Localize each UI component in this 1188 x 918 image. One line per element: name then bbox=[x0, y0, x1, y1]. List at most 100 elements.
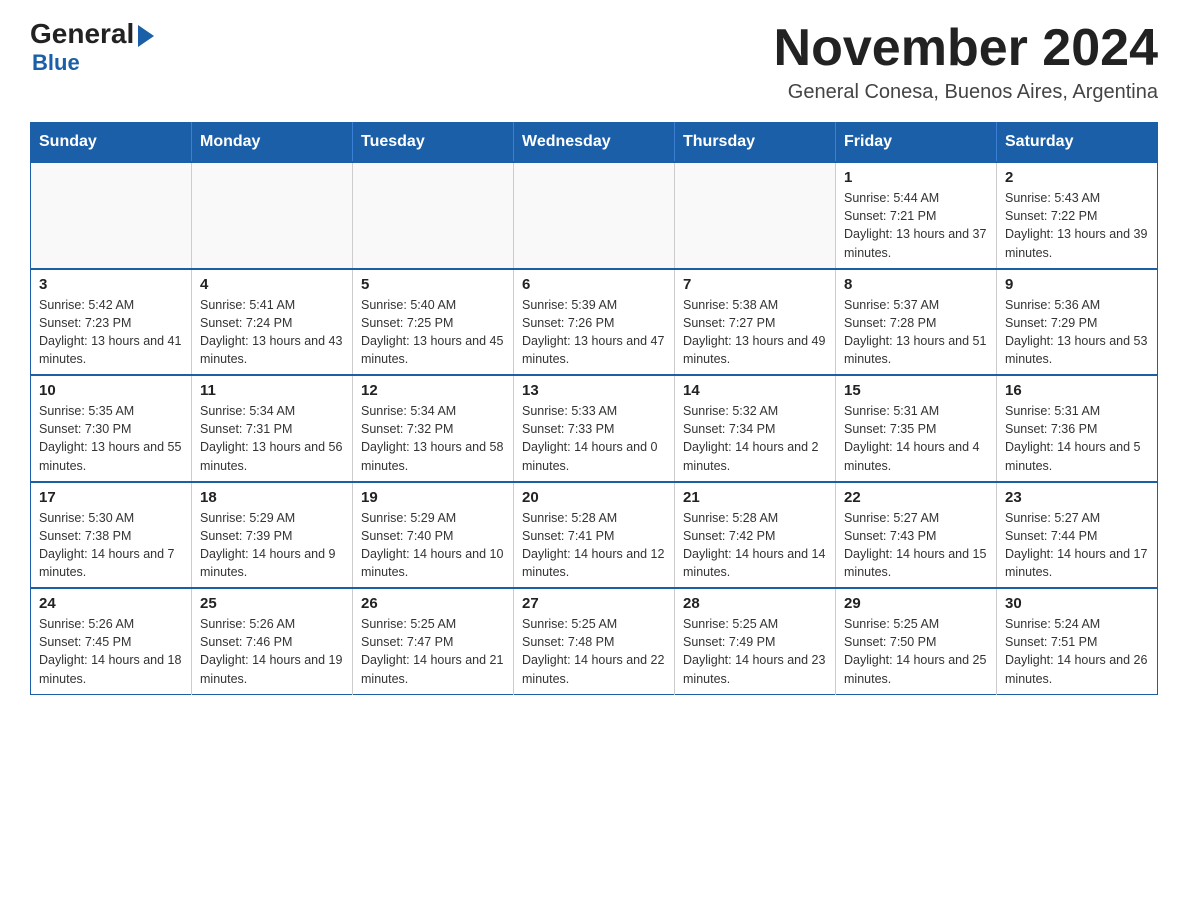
day-number: 12 bbox=[361, 382, 505, 399]
day-info: Sunrise: 5:44 AMSunset: 7:21 PMDaylight:… bbox=[844, 189, 988, 262]
day-number: 2 bbox=[1005, 169, 1149, 186]
day-number: 24 bbox=[39, 595, 183, 612]
day-number: 25 bbox=[200, 595, 344, 612]
calendar-cell: 27 Sunrise: 5:25 AMSunset: 7:48 PMDayligh… bbox=[514, 588, 675, 694]
day-info: Sunrise: 5:27 AMSunset: 7:44 PMDaylight:… bbox=[1005, 509, 1149, 582]
day-info: Sunrise: 5:29 AMSunset: 7:39 PMDaylight:… bbox=[200, 509, 344, 582]
weekday-header-sunday: Sunday bbox=[31, 123, 192, 163]
calendar-table: SundayMondayTuesdayWednesdayThursdayFrid… bbox=[30, 122, 1158, 695]
calendar-cell: 24 Sunrise: 5:26 AMSunset: 7:45 PMDayligh… bbox=[31, 588, 192, 694]
calendar-cell: 26Sunrise: 5:25 AMSunset: 7:47 PMDayligh… bbox=[353, 588, 514, 694]
calendar-cell: 28 Sunrise: 5:25 AMSunset: 7:49 PMDayligh… bbox=[675, 588, 836, 694]
day-number: 20 bbox=[522, 489, 666, 506]
day-number: 10 bbox=[39, 382, 183, 399]
day-number: 23 bbox=[1005, 489, 1149, 506]
weekday-header-monday: Monday bbox=[192, 123, 353, 163]
calendar-cell: 11 Sunrise: 5:34 AMSunset: 7:31 PMDayligh… bbox=[192, 375, 353, 482]
day-info: Sunrise: 5:25 AMSunset: 7:47 PMDaylight:… bbox=[361, 615, 505, 688]
calendar-cell: 4 Sunrise: 5:41 AMSunset: 7:24 PMDaylight… bbox=[192, 269, 353, 376]
day-info: Sunrise: 5:25 AMSunset: 7:49 PMDaylight:… bbox=[683, 615, 827, 688]
day-info: Sunrise: 5:26 AMSunset: 7:45 PMDaylight:… bbox=[39, 615, 183, 688]
day-number: 22 bbox=[844, 489, 988, 506]
calendar-week-row: 1 Sunrise: 5:44 AMSunset: 7:21 PMDaylight… bbox=[31, 162, 1158, 269]
calendar-cell bbox=[192, 162, 353, 269]
day-number: 15 bbox=[844, 382, 988, 399]
day-info: Sunrise: 5:27 AMSunset: 7:43 PMDaylight:… bbox=[844, 509, 988, 582]
day-info: Sunrise: 5:33 AMSunset: 7:33 PMDaylight:… bbox=[522, 402, 666, 475]
day-number: 11 bbox=[200, 382, 344, 399]
day-info: Sunrise: 5:28 AMSunset: 7:41 PMDaylight:… bbox=[522, 509, 666, 582]
day-info: Sunrise: 5:41 AMSunset: 7:24 PMDaylight:… bbox=[200, 296, 344, 369]
day-info: Sunrise: 5:36 AMSunset: 7:29 PMDaylight:… bbox=[1005, 296, 1149, 369]
day-number: 1 bbox=[844, 169, 988, 186]
weekday-header-wednesday: Wednesday bbox=[514, 123, 675, 163]
calendar-cell: 16Sunrise: 5:31 AMSunset: 7:36 PMDayligh… bbox=[997, 375, 1158, 482]
day-info: Sunrise: 5:25 AMSunset: 7:50 PMDaylight:… bbox=[844, 615, 988, 688]
day-info: Sunrise: 5:43 AMSunset: 7:22 PMDaylight:… bbox=[1005, 189, 1149, 262]
day-info: Sunrise: 5:31 AMSunset: 7:36 PMDaylight:… bbox=[1005, 402, 1149, 475]
calendar-cell bbox=[353, 162, 514, 269]
day-number: 9 bbox=[1005, 276, 1149, 293]
day-info: Sunrise: 5:25 AMSunset: 7:48 PMDaylight:… bbox=[522, 615, 666, 688]
calendar-cell: 18 Sunrise: 5:29 AMSunset: 7:39 PMDayligh… bbox=[192, 482, 353, 589]
day-number: 19 bbox=[361, 489, 505, 506]
calendar-cell: 7Sunrise: 5:38 AMSunset: 7:27 PMDaylight… bbox=[675, 269, 836, 376]
day-number: 5 bbox=[361, 276, 505, 293]
day-info: Sunrise: 5:34 AMSunset: 7:31 PMDaylight:… bbox=[200, 402, 344, 475]
day-info: Sunrise: 5:30 AMSunset: 7:38 PMDaylight:… bbox=[39, 509, 183, 582]
calendar-week-row: 10Sunrise: 5:35 AMSunset: 7:30 PMDayligh… bbox=[31, 375, 1158, 482]
calendar-cell: 25Sunrise: 5:26 AMSunset: 7:46 PMDayligh… bbox=[192, 588, 353, 694]
weekday-header-saturday: Saturday bbox=[997, 123, 1158, 163]
day-info: Sunrise: 5:31 AMSunset: 7:35 PMDaylight:… bbox=[844, 402, 988, 475]
day-number: 21 bbox=[683, 489, 827, 506]
title-block: November 2024 General Conesa, Buenos Air… bbox=[774, 20, 1158, 104]
logo-general: General bbox=[30, 20, 154, 48]
logo-arrow-icon bbox=[138, 25, 154, 47]
calendar-cell: 5 Sunrise: 5:40 AMSunset: 7:25 PMDaylight… bbox=[353, 269, 514, 376]
calendar-header: SundayMondayTuesdayWednesdayThursdayFrid… bbox=[31, 123, 1158, 163]
day-info: Sunrise: 5:40 AMSunset: 7:25 PMDaylight:… bbox=[361, 296, 505, 369]
page-title: November 2024 bbox=[774, 20, 1158, 77]
calendar-cell: 21 Sunrise: 5:28 AMSunset: 7:42 PMDayligh… bbox=[675, 482, 836, 589]
calendar-cell: 2 Sunrise: 5:43 AMSunset: 7:22 PMDaylight… bbox=[997, 162, 1158, 269]
calendar-cell: 22 Sunrise: 5:27 AMSunset: 7:43 PMDayligh… bbox=[836, 482, 997, 589]
calendar-cell bbox=[31, 162, 192, 269]
calendar-week-row: 17Sunrise: 5:30 AMSunset: 7:38 PMDayligh… bbox=[31, 482, 1158, 589]
day-info: Sunrise: 5:39 AMSunset: 7:26 PMDaylight:… bbox=[522, 296, 666, 369]
day-number: 27 bbox=[522, 595, 666, 612]
day-number: 18 bbox=[200, 489, 344, 506]
calendar-cell: 15 Sunrise: 5:31 AMSunset: 7:35 PMDayligh… bbox=[836, 375, 997, 482]
day-info: Sunrise: 5:34 AMSunset: 7:32 PMDaylight:… bbox=[361, 402, 505, 475]
day-info: Sunrise: 5:42 AMSunset: 7:23 PMDaylight:… bbox=[39, 296, 183, 369]
weekday-header-row: SundayMondayTuesdayWednesdayThursdayFrid… bbox=[31, 123, 1158, 163]
page-subtitle: General Conesa, Buenos Aires, Argentina bbox=[774, 81, 1158, 104]
calendar-cell: 8 Sunrise: 5:37 AMSunset: 7:28 PMDaylight… bbox=[836, 269, 997, 376]
weekday-header-tuesday: Tuesday bbox=[353, 123, 514, 163]
calendar-body: 1 Sunrise: 5:44 AMSunset: 7:21 PMDaylight… bbox=[31, 162, 1158, 694]
day-number: 4 bbox=[200, 276, 344, 293]
calendar-cell: 20 Sunrise: 5:28 AMSunset: 7:41 PMDayligh… bbox=[514, 482, 675, 589]
calendar-cell: 3Sunrise: 5:42 AMSunset: 7:23 PMDaylight… bbox=[31, 269, 192, 376]
day-number: 6 bbox=[522, 276, 666, 293]
calendar-cell: 30 Sunrise: 5:24 AMSunset: 7:51 PMDayligh… bbox=[997, 588, 1158, 694]
day-number: 7 bbox=[683, 276, 827, 293]
weekday-header-thursday: Thursday bbox=[675, 123, 836, 163]
calendar-cell: 6 Sunrise: 5:39 AMSunset: 7:26 PMDaylight… bbox=[514, 269, 675, 376]
calendar-cell: 29Sunrise: 5:25 AMSunset: 7:50 PMDayligh… bbox=[836, 588, 997, 694]
day-info: Sunrise: 5:37 AMSunset: 7:28 PMDaylight:… bbox=[844, 296, 988, 369]
calendar-cell: 13Sunrise: 5:33 AMSunset: 7:33 PMDayligh… bbox=[514, 375, 675, 482]
day-info: Sunrise: 5:24 AMSunset: 7:51 PMDaylight:… bbox=[1005, 615, 1149, 688]
day-number: 8 bbox=[844, 276, 988, 293]
calendar-cell: 23 Sunrise: 5:27 AMSunset: 7:44 PMDayligh… bbox=[997, 482, 1158, 589]
calendar-cell: 12 Sunrise: 5:34 AMSunset: 7:32 PMDayligh… bbox=[353, 375, 514, 482]
calendar-cell: 19Sunrise: 5:29 AMSunset: 7:40 PMDayligh… bbox=[353, 482, 514, 589]
weekday-header-friday: Friday bbox=[836, 123, 997, 163]
calendar-cell: 9 Sunrise: 5:36 AMSunset: 7:29 PMDaylight… bbox=[997, 269, 1158, 376]
calendar-week-row: 24 Sunrise: 5:26 AMSunset: 7:45 PMDayligh… bbox=[31, 588, 1158, 694]
day-info: Sunrise: 5:28 AMSunset: 7:42 PMDaylight:… bbox=[683, 509, 827, 582]
day-number: 14 bbox=[683, 382, 827, 399]
day-number: 30 bbox=[1005, 595, 1149, 612]
logo-general-text: General bbox=[30, 20, 134, 48]
calendar-cell bbox=[675, 162, 836, 269]
day-number: 28 bbox=[683, 595, 827, 612]
